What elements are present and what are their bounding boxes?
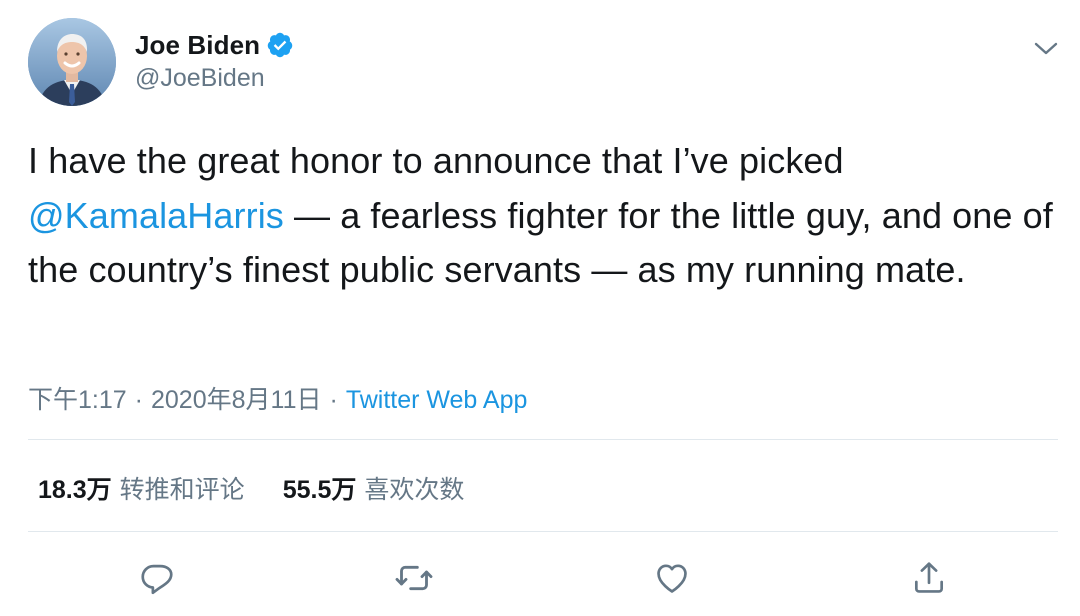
reply-button[interactable]	[135, 556, 179, 600]
separator-dot: ·	[329, 386, 338, 414]
likes-count: 55.5万	[282, 476, 357, 504]
divider	[28, 531, 1058, 532]
retweets-stat[interactable]: 18.3万 转推和评论	[38, 470, 245, 506]
divider	[28, 439, 1058, 440]
mention-link[interactable]: @KamalaHarris	[28, 195, 284, 236]
chevron-down-icon[interactable]	[1031, 34, 1061, 64]
reply-icon	[141, 564, 173, 595]
tweet-stats: 18.3万 转推和评论 55.5万 喜欢次数	[38, 470, 464, 506]
like-button[interactable]	[650, 556, 694, 600]
share-button[interactable]	[907, 556, 951, 600]
separator-dot: ·	[134, 386, 143, 414]
like-icon	[657, 564, 687, 593]
tweet-date[interactable]: 2020年8月11日	[151, 386, 321, 414]
tweet-source-link[interactable]: Twitter Web App	[346, 386, 528, 414]
likes-label: 喜欢次数	[364, 476, 465, 504]
retweets-count: 18.3万	[38, 476, 112, 504]
author-display-name[interactable]: Joe Biden	[135, 30, 260, 61]
retweets-label: 转推和评论	[119, 476, 245, 504]
retweet-icon	[395, 565, 433, 591]
author-info: Joe Biden @JoeBiden	[135, 28, 294, 93]
tweet-card: Joe Biden @JoeBiden I have the great hon…	[0, 0, 1080, 616]
likes-stat[interactable]: 55.5万 喜欢次数	[283, 470, 465, 506]
tweet-actions	[0, 556, 1080, 600]
tweet-metadata: 下午1:17 · 2020年8月11日 · Twitter Web App	[28, 380, 527, 416]
tweet-text-part: I have the great honor to announce that …	[28, 140, 844, 181]
share-icon	[914, 562, 944, 593]
retweet-button[interactable]	[392, 556, 436, 600]
avatar[interactable]	[28, 18, 116, 106]
avatar-portrait-icon	[28, 18, 116, 106]
author-name-row: Joe Biden	[135, 28, 294, 62]
author-handle[interactable]: @JoeBiden	[135, 64, 294, 93]
tweet-text: I have the great honor to announce that …	[28, 134, 1053, 298]
verified-badge-icon	[266, 31, 294, 59]
tweet-time[interactable]: 下午1:17	[28, 386, 127, 414]
tweet-header: Joe Biden @JoeBiden	[28, 18, 1058, 110]
